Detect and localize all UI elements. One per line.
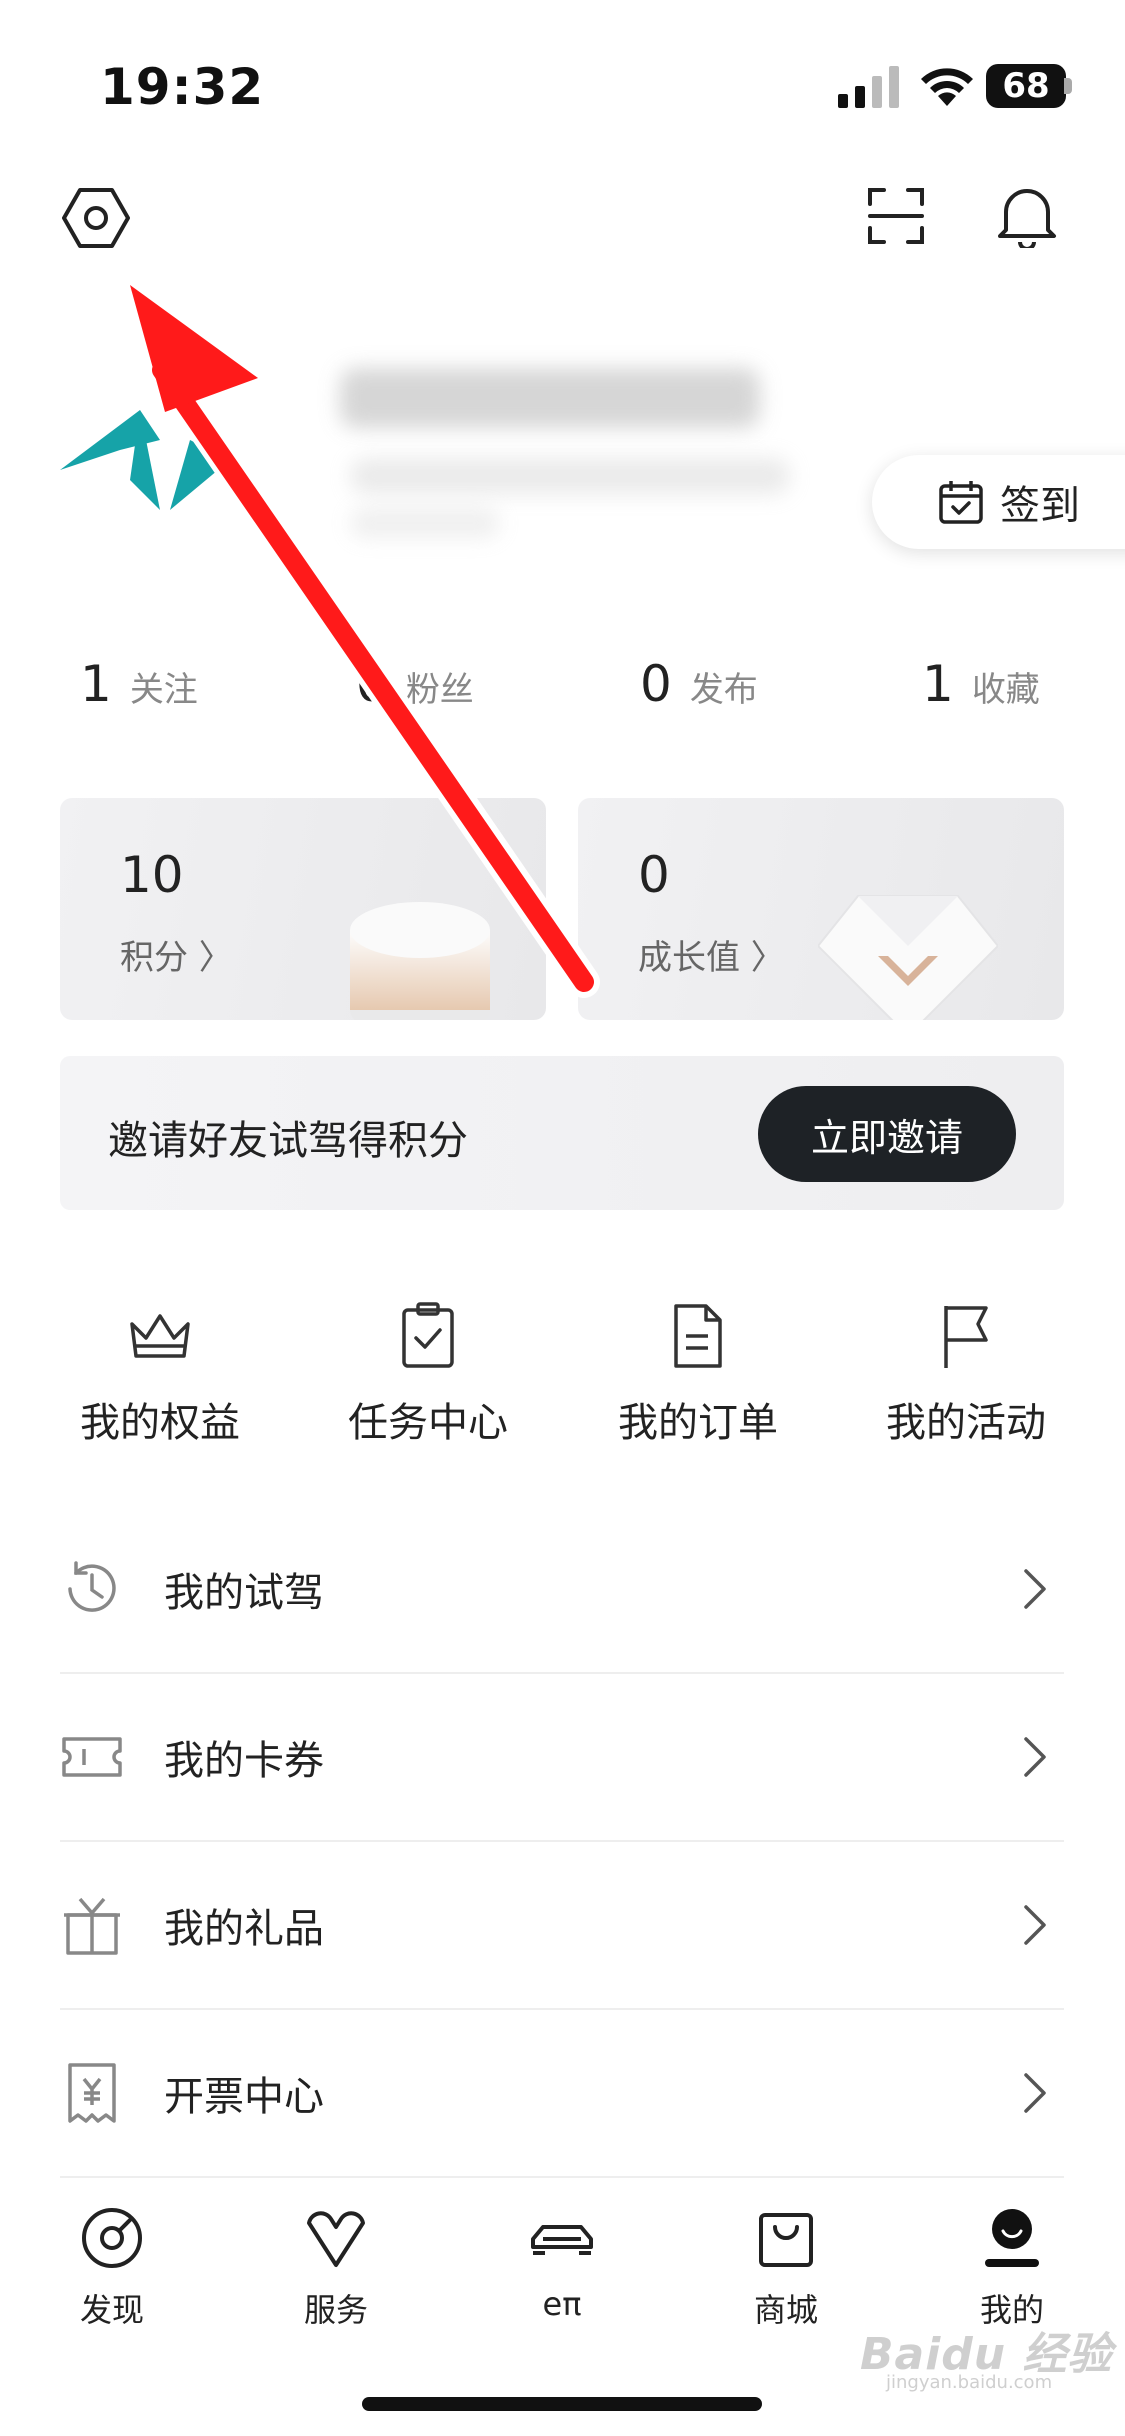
battery-tip: [1064, 78, 1072, 94]
quick-label: 我的权益: [80, 1400, 240, 1446]
growth-card[interactable]: 0 成长值 〉: [578, 798, 1064, 1020]
user-level-blurred: [350, 508, 500, 538]
menu-label: 我的卡券: [164, 1738, 324, 1784]
avatar[interactable]: [60, 370, 260, 530]
document-icon: [674, 1304, 722, 1368]
growth-value: 0: [638, 846, 670, 904]
chevron-right-icon: [1024, 1569, 1046, 1609]
chevron-right-icon: [1024, 2073, 1046, 2113]
service-icon: [307, 2211, 365, 2267]
tab-label: 服务: [303, 2291, 368, 2329]
tab-label: 商城: [753, 2291, 818, 2329]
tab-service[interactable]: 服务: [266, 2205, 406, 2331]
menu-my-test-drive[interactable]: 我的试驾: [60, 1506, 1064, 1674]
menu-my-gifts[interactable]: 我的礼品: [60, 1842, 1064, 2010]
tab-label: eπ: [542, 2285, 582, 2323]
home-indicator: [362, 2397, 762, 2411]
chevron-right-icon: [1024, 1905, 1046, 1945]
menu-invoice-center[interactable]: 开票中心: [60, 2010, 1064, 2178]
baidu-watermark-url: jingyan.baidu.com: [886, 2372, 1053, 2393]
points-card[interactable]: 10 积分 〉: [60, 798, 546, 1020]
menu-label: 我的礼品: [164, 1906, 324, 1952]
invite-now-button[interactable]: 立即邀请: [758, 1086, 1016, 1182]
quick-my-orders[interactable]: 我的订单: [588, 1300, 808, 1448]
user-info-blurred: [350, 458, 790, 494]
battery-indicator: 68: [986, 64, 1066, 108]
points-coin-icon: [350, 902, 490, 1020]
username-blurred: [340, 368, 760, 428]
settings-icon[interactable]: [62, 184, 130, 252]
points-value: 10: [120, 846, 184, 904]
discover-icon: [82, 2208, 142, 2268]
wifi-icon: [921, 68, 973, 106]
history-icon: [68, 1561, 116, 1612]
cellular-signal-icon: [838, 66, 899, 108]
stat-value: 0: [640, 655, 672, 713]
gift-icon: [64, 1897, 120, 1955]
stat-label: 发布: [689, 670, 758, 710]
quick-label: 任务中心: [348, 1400, 508, 1446]
quick-my-benefits[interactable]: 我的权益: [50, 1300, 270, 1448]
menu-label: 开票中心: [164, 2074, 324, 2120]
status-time: 19:32: [100, 58, 265, 116]
stat-value: 1: [922, 655, 954, 713]
quick-task-center[interactable]: 任务中心: [318, 1300, 538, 1448]
invoice-icon: [68, 2063, 116, 2123]
tab-mine[interactable]: 我的: [942, 2205, 1082, 2331]
quick-label: 我的订单: [618, 1400, 778, 1446]
flag-icon: [944, 1306, 988, 1368]
crown-icon: [130, 1314, 190, 1358]
stat-value: 1: [80, 655, 112, 713]
quick-my-activities[interactable]: 我的活动: [856, 1300, 1076, 1448]
diamond-icon: [818, 895, 998, 1020]
points-label: 积分 〉: [120, 938, 233, 978]
clipboard-check-icon: [402, 1302, 454, 1368]
stat-favorites[interactable]: 1 收藏: [922, 655, 1040, 713]
checkin-label: 签到: [1000, 483, 1080, 529]
tab-discover[interactable]: 发现: [42, 2205, 182, 2331]
growth-label: 成长值 〉: [638, 938, 785, 978]
ticket-icon: [62, 1737, 122, 1777]
notification-bell-icon[interactable]: [996, 184, 1058, 251]
shopping-bag-icon: [759, 2213, 813, 2267]
stat-posts[interactable]: 0 发布: [640, 655, 758, 713]
menu-my-coupons[interactable]: 我的卡券: [60, 1674, 1064, 1842]
stat-label: 关注: [129, 670, 198, 710]
menu-label: 我的试驾: [164, 1570, 324, 1616]
stat-following[interactable]: 1 关注: [80, 655, 198, 713]
stat-label: 收藏: [971, 670, 1040, 710]
tab-label: 发现: [79, 2291, 144, 2329]
profile-icon: [985, 2209, 1039, 2267]
stat-value: 0: [356, 655, 388, 713]
chevron-right-icon: [1024, 1737, 1046, 1777]
stat-label: 粉丝: [405, 670, 474, 710]
checkin-button[interactable]: 签到: [872, 455, 1125, 549]
tab-epi[interactable]: eπ: [492, 2205, 632, 2323]
stat-followers[interactable]: 0 粉丝: [356, 655, 474, 713]
invite-text: 邀请好友试驾得积分: [108, 1118, 468, 1164]
tab-mall[interactable]: 商城: [716, 2205, 856, 2331]
scan-icon[interactable]: [866, 186, 926, 246]
quick-label: 我的活动: [886, 1400, 1046, 1446]
car-icon: [531, 2225, 593, 2255]
calendar-check-icon: [939, 481, 983, 524]
